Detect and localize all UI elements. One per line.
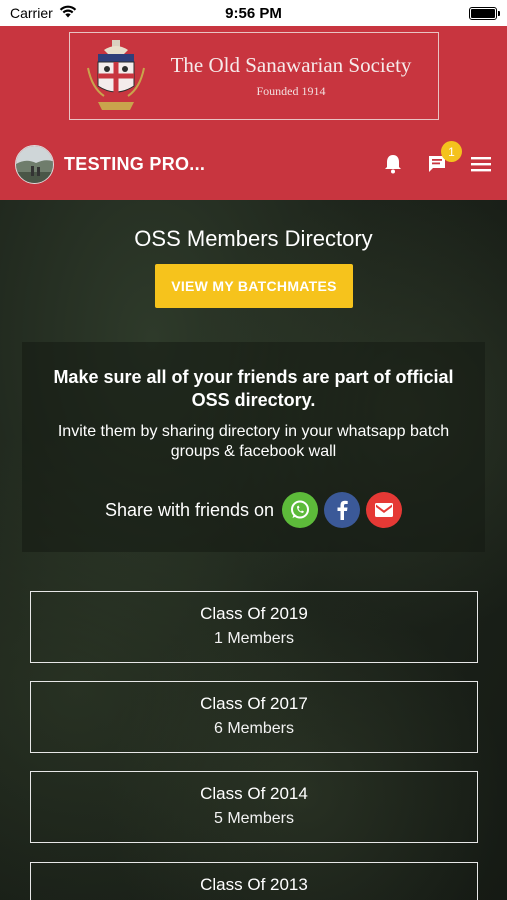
invite-body: Invite them by sharing directory in your… <box>57 423 450 460</box>
share-label: Share with friends on <box>104 499 275 520</box>
profile-name[interactable]: TESTING PRO... <box>64 154 205 175</box>
class-member-count: 1 Members <box>213 630 295 647</box>
view-batchmates-button[interactable]: VIEW MY BATCHMATES <box>155 264 353 308</box>
facebook-icon <box>337 500 348 520</box>
class-member-count: 6 Members <box>213 720 295 737</box>
class-member-count: 5 Members <box>213 810 295 827</box>
class-card-2017[interactable]: Class Of 2017 6 Members <box>30 681 478 753</box>
battery-icon <box>469 6 500 20</box>
class-name: Class Of 2017 <box>200 694 308 713</box>
directory-content[interactable]: OSS Members Directory VIEW MY BATCHMATES… <box>0 200 507 900</box>
messages-icon[interactable]: 1 <box>426 141 462 175</box>
whatsapp-icon <box>291 500 310 519</box>
class-card-2013[interactable]: Class Of 2013 <box>30 862 478 900</box>
facebook-share-button[interactable] <box>324 492 361 528</box>
gmail-icon <box>375 503 394 517</box>
logo-title: The Old Sanawarian Society <box>170 53 412 77</box>
invite-panel: Make sure all of your friends are part o… <box>22 342 485 552</box>
class-name: Class Of 2019 <box>200 604 308 623</box>
class-name: Class Of 2013 <box>200 875 308 894</box>
notifications-bell-icon[interactable] <box>382 153 404 175</box>
gmail-share-button[interactable] <box>366 492 403 528</box>
clock: 9:56 PM <box>225 4 282 22</box>
messages-badge: 1 <box>441 141 462 162</box>
menu-icon[interactable] <box>470 153 492 175</box>
status-bar: Carrier 9:56 PM <box>0 0 507 26</box>
avatar[interactable] <box>15 144 54 184</box>
page-title: OSS Members Directory <box>134 226 373 251</box>
whatsapp-share-button[interactable] <box>282 492 319 528</box>
class-card-2019[interactable]: Class Of 2019 1 Members <box>30 591 478 663</box>
logo-subtitle: Founded 1914 <box>256 84 326 98</box>
share-row: Share with friends on <box>22 492 485 528</box>
app-header: The Old Sanawarian Society Founded 1914 … <box>0 26 507 200</box>
society-logo[interactable]: The Old Sanawarian Society Founded 1914 <box>69 32 439 120</box>
crest-icon <box>84 38 148 114</box>
invite-heading: Make sure all of your friends are part o… <box>53 367 454 410</box>
class-name: Class Of 2014 <box>200 784 308 803</box>
class-card-2014[interactable]: Class Of 2014 5 Members <box>30 771 478 843</box>
top-bar: TESTING PRO... 1 <box>0 136 507 192</box>
